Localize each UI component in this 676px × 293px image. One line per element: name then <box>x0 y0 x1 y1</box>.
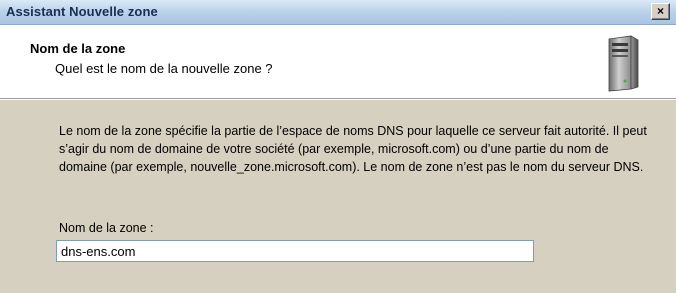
wizard-body: Le nom de la zone spécifie la partie de … <box>0 100 676 293</box>
page-subtitle: Quel est le nom de la nouvelle zone ? <box>55 61 273 76</box>
description-text: Le nom de la zone spécifie la partie de … <box>59 124 647 174</box>
close-icon: × <box>656 4 664 18</box>
zone-name-label: Nom de la zone : <box>59 221 154 235</box>
server-icon <box>608 35 639 92</box>
wizard-header: Nom de la zone Quel est le nom de la nou… <box>0 25 676 99</box>
wizard-window: Assistant Nouvelle zone × Nom de la zone… <box>0 0 676 293</box>
title-bar: Assistant Nouvelle zone × <box>0 0 676 25</box>
page-title: Nom de la zone <box>30 41 126 56</box>
close-button[interactable]: × <box>651 3 670 20</box>
zone-name-input[interactable] <box>56 240 534 262</box>
window-title: Assistant Nouvelle zone <box>6 4 158 19</box>
